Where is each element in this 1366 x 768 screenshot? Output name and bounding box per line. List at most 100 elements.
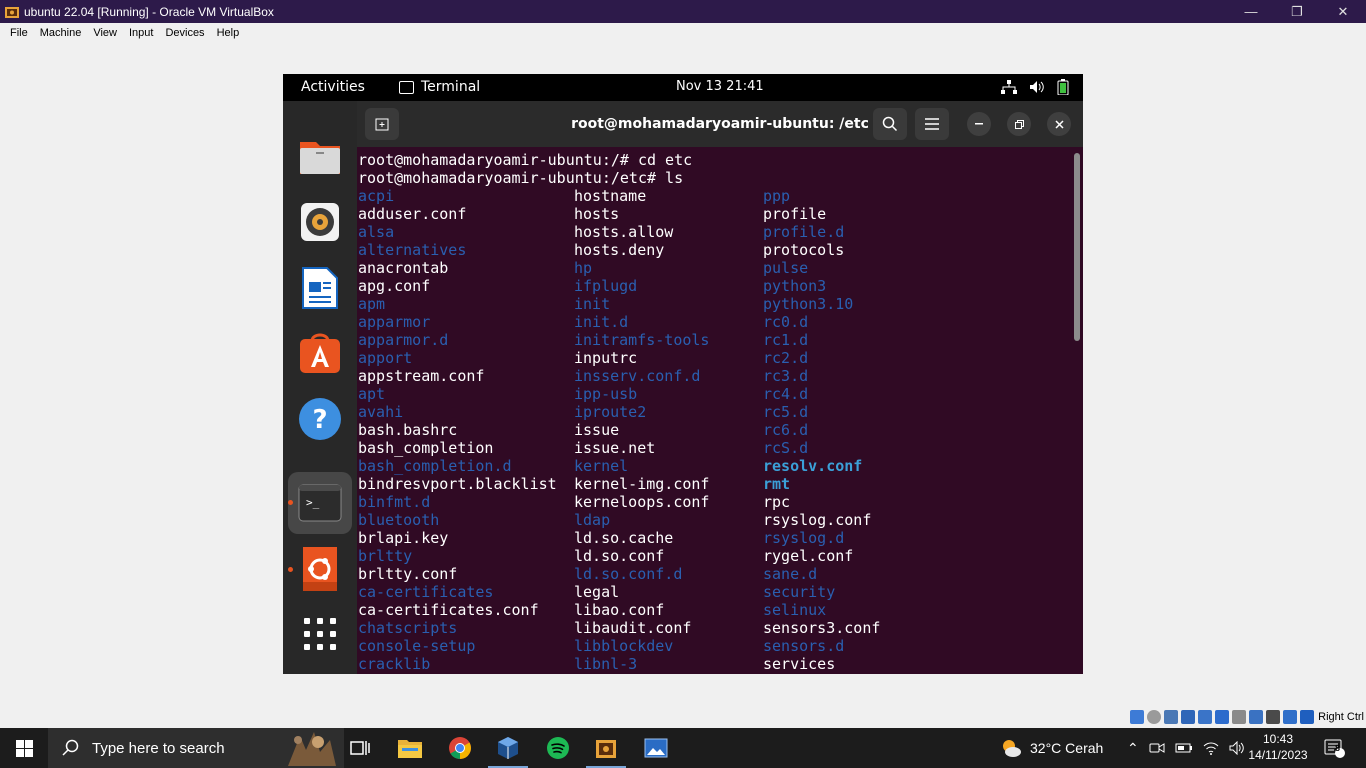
minimize-icon xyxy=(975,123,983,125)
search-icon xyxy=(882,116,898,132)
close-window-button[interactable] xyxy=(1047,112,1071,136)
minimize-button[interactable]: — xyxy=(1228,0,1274,23)
virtualbox-button[interactable] xyxy=(484,728,532,768)
file-entry: brltty.conf xyxy=(358,565,458,583)
search-highlight-illustration-icon xyxy=(288,732,336,766)
directory-entry: rc1.d xyxy=(763,331,809,349)
directory-entry: pulse xyxy=(763,259,809,277)
menu-view[interactable]: View xyxy=(87,27,123,39)
dock-ubuntu-app[interactable] xyxy=(297,546,343,592)
menu-machine[interactable]: Machine xyxy=(34,27,88,39)
terminal-scrollbar[interactable] xyxy=(1074,153,1080,341)
rhythmbox-icon xyxy=(301,203,339,241)
directory-entry: init.d xyxy=(574,313,629,331)
video-capture-icon[interactable] xyxy=(1249,710,1264,724)
spotify-icon xyxy=(547,737,569,759)
gnome-top-bar: Activities Terminal Nov 13 21:41 xyxy=(283,74,1083,101)
photos-icon xyxy=(644,738,668,758)
windows-logo-icon xyxy=(15,739,33,757)
directory-entry: ppp xyxy=(763,187,791,205)
dock-libreoffice-writer[interactable] xyxy=(297,265,343,311)
writer-icon xyxy=(302,267,338,309)
weather-widget[interactable]: 32°C Cerah xyxy=(1000,728,1103,768)
clock[interactable]: Nov 13 21:41 xyxy=(676,79,764,94)
show-applications-button[interactable] xyxy=(297,611,343,657)
optical-drive-icon[interactable] xyxy=(1147,710,1162,724)
directory-entry: apparmor.d xyxy=(358,331,449,349)
system-status-area[interactable] xyxy=(1001,79,1069,95)
directory-entry: acpi xyxy=(358,187,395,205)
audio-icon[interactable] xyxy=(1164,710,1179,724)
menu-devices[interactable]: Devices xyxy=(159,27,210,39)
directory-entry: iproute2 xyxy=(574,403,647,421)
directory-entry: init xyxy=(574,295,611,313)
menu-file[interactable]: File xyxy=(4,27,34,39)
menu-input[interactable]: Input xyxy=(123,27,159,39)
file-explorer-button[interactable] xyxy=(386,728,434,768)
speaker-icon[interactable] xyxy=(1229,741,1245,755)
file-entry: rsyslog.conf xyxy=(763,511,872,529)
search-icon xyxy=(62,739,79,756)
restore-button[interactable]: ❐ xyxy=(1274,0,1320,23)
chrome-button[interactable] xyxy=(436,728,484,768)
keyboard-icon[interactable] xyxy=(1300,710,1315,724)
vbox-menubar: File Machine View Input Devices Help xyxy=(0,23,1366,42)
notification-count: 8 xyxy=(1335,743,1341,753)
host-key-label: Right Ctrl xyxy=(1318,711,1364,723)
menu-help[interactable]: Help xyxy=(211,27,246,39)
file-entry: ld.so.cache xyxy=(574,529,674,547)
start-button[interactable] xyxy=(0,728,48,768)
terminal-line: root@mohamadaryoamir-ubuntu:/etc# ls xyxy=(358,169,684,187)
cpu-icon[interactable] xyxy=(1266,710,1281,724)
wifi-icon[interactable] xyxy=(1203,741,1219,755)
chrome-icon xyxy=(449,737,471,759)
activities-button[interactable]: Activities xyxy=(301,79,365,95)
taskbar-clock[interactable]: 10:43 14/11/2023 xyxy=(1246,731,1310,763)
file-entry: libao.conf xyxy=(574,601,665,619)
file-entry: rpc xyxy=(763,493,791,511)
svg-text:?: ? xyxy=(312,405,327,435)
search-button[interactable] xyxy=(873,108,907,140)
guest-screen[interactable]: Activities Terminal Nov 13 21:41 ? >_ ro… xyxy=(283,74,1083,674)
file-entry: bash.bashrc xyxy=(358,421,458,439)
running-indicator xyxy=(288,567,293,572)
network-adapter-icon[interactable] xyxy=(1181,710,1196,724)
weather-text: 32°C Cerah xyxy=(1030,740,1104,756)
dock-files[interactable] xyxy=(297,133,343,179)
spotify-button[interactable] xyxy=(534,728,582,768)
virtualbox-vm-button[interactable] xyxy=(582,728,630,768)
directory-entry: rcS.d xyxy=(763,439,809,457)
dock-help[interactable]: ? xyxy=(297,396,343,442)
terminal-icon: >_ xyxy=(298,484,342,522)
directory-entry: libnl-3 xyxy=(574,655,638,673)
directory-entry: chatscripts xyxy=(358,619,458,637)
file-entry: apg.conf xyxy=(358,277,431,295)
task-view-button[interactable] xyxy=(336,728,384,768)
file-entry: bash_completion xyxy=(358,439,494,457)
battery-tray-icon[interactable] xyxy=(1175,741,1193,755)
maximize-window-button[interactable] xyxy=(1007,112,1031,136)
photos-button[interactable] xyxy=(632,728,680,768)
taskbar-search-box[interactable]: Type here to search xyxy=(48,728,344,768)
directory-entry: sane.d xyxy=(763,565,818,583)
notification-center-button[interactable]: 8 xyxy=(1324,728,1346,768)
directory-entry: initramfs-tools xyxy=(574,331,710,349)
shared-folders-icon[interactable] xyxy=(1215,710,1230,724)
directory-entry: rc6.d xyxy=(763,421,809,439)
minimize-window-button[interactable] xyxy=(967,112,991,136)
app-menu-terminal[interactable]: Terminal xyxy=(399,79,480,95)
dock-ubuntu-software[interactable] xyxy=(297,330,343,376)
dock-terminal[interactable]: >_ xyxy=(297,480,343,526)
usb-icon[interactable] xyxy=(1198,710,1213,724)
hard-disk-icon[interactable] xyxy=(1130,710,1145,724)
file-entry: protocols xyxy=(763,241,845,259)
terminal-output[interactable]: root@mohamadaryoamir-ubuntu:/# cd etc ro… xyxy=(357,147,1083,674)
dock-rhythmbox[interactable] xyxy=(297,199,343,245)
display-icon[interactable] xyxy=(1232,710,1247,724)
mouse-integration-icon[interactable] xyxy=(1283,710,1298,724)
meet-now-icon[interactable] xyxy=(1149,740,1165,756)
show-hidden-icons-chevron-icon[interactable]: ⌃ xyxy=(1127,740,1139,757)
directory-entry: ipp-usb xyxy=(574,385,638,403)
menu-button[interactable] xyxy=(915,108,949,140)
close-button[interactable]: ✕ xyxy=(1320,0,1366,23)
